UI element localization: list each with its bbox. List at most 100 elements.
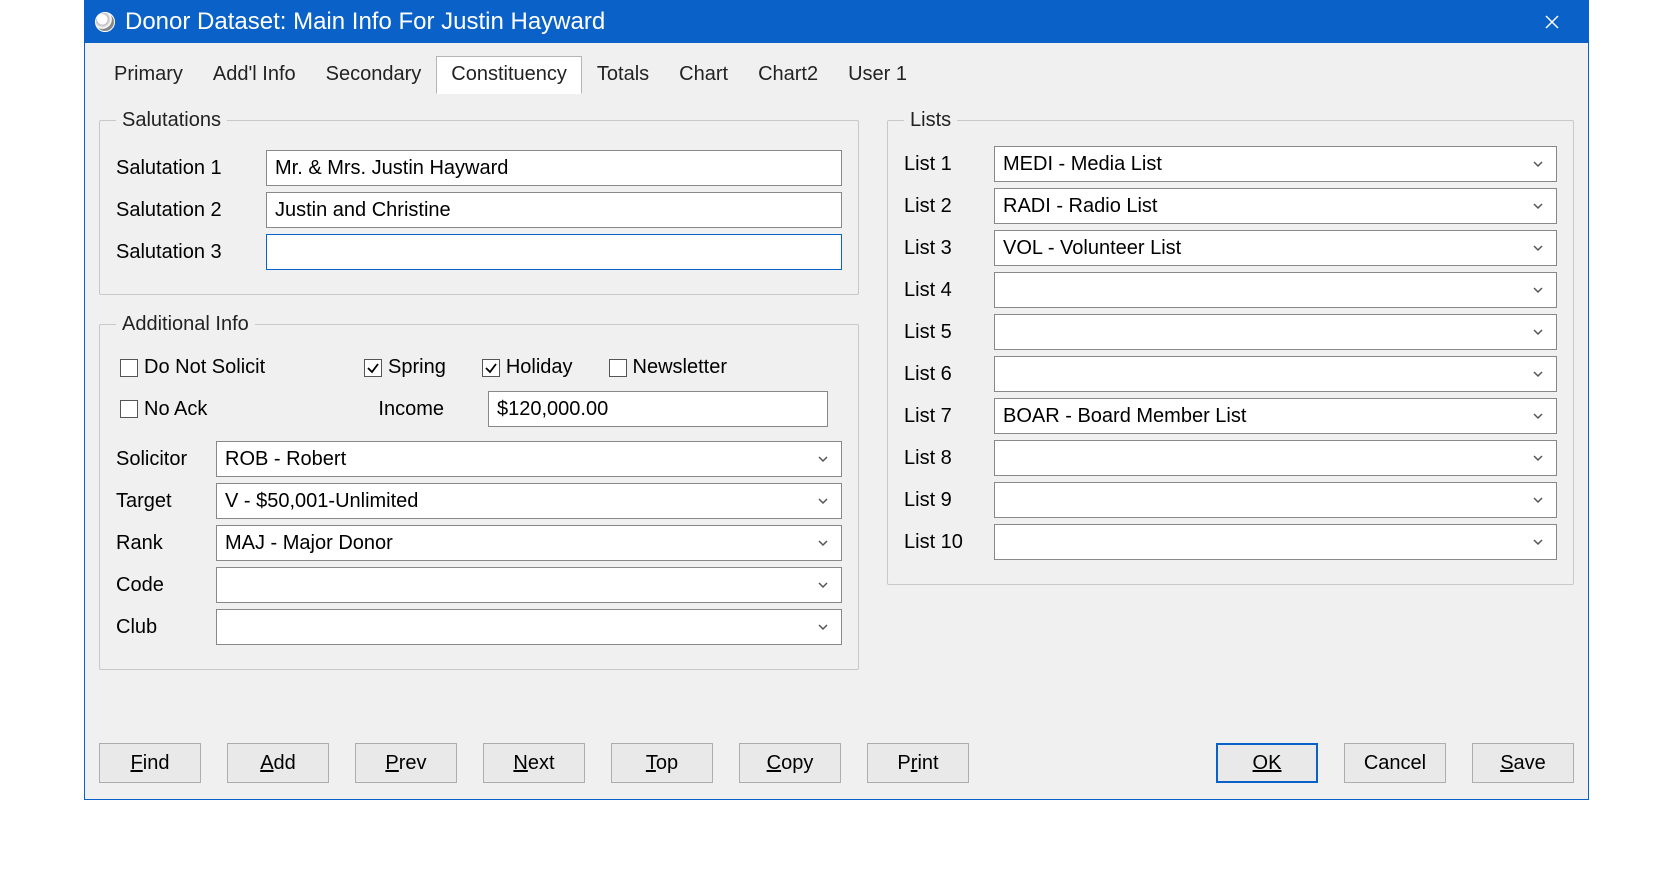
holiday-label: Holiday — [506, 356, 573, 379]
button-bar: Find Add Prev Next Top Copy Print OK Can… — [85, 727, 1588, 799]
right-column: Lists List 1 MEDI - Media List List 2 RA… — [887, 109, 1574, 727]
find-button[interactable]: Find — [99, 743, 201, 783]
no-ack-label: No Ack — [144, 398, 207, 421]
list5-label: List 5 — [904, 321, 994, 344]
tab-secondary[interactable]: Secondary — [311, 56, 437, 94]
chevron-down-icon — [1532, 368, 1550, 380]
list9-combo[interactable] — [994, 482, 1557, 518]
app-icon — [95, 12, 115, 32]
salutation1-label: Salutation 1 — [116, 157, 266, 180]
spring-label: Spring — [388, 356, 446, 379]
income-label: Income — [364, 398, 444, 421]
no-ack-checkbox[interactable]: No Ack — [120, 398, 328, 421]
tab-user1[interactable]: User 1 — [833, 56, 922, 94]
chevron-down-icon — [1532, 452, 1550, 464]
chevron-down-icon — [817, 579, 835, 591]
salutation1-input[interactable] — [266, 150, 842, 186]
chevron-down-icon — [1532, 242, 1550, 254]
chevron-down-icon — [1532, 200, 1550, 212]
salutation2-label: Salutation 2 — [116, 199, 266, 222]
target-label: Target — [116, 490, 216, 513]
additional-info-panel: Additional Info Do Not Solicit Spring Ho… — [99, 313, 859, 670]
rank-value: MAJ - Major Donor — [225, 532, 393, 555]
print-button[interactable]: Print — [867, 743, 969, 783]
code-combo[interactable] — [216, 567, 842, 603]
salutation2-input[interactable] — [266, 192, 842, 228]
solicitor-combo[interactable]: ROB - Robert — [216, 441, 842, 477]
next-button[interactable]: Next — [483, 743, 585, 783]
salutation3-label: Salutation 3 — [116, 241, 266, 264]
add-button[interactable]: Add — [227, 743, 329, 783]
list7-label: List 7 — [904, 405, 994, 428]
income-input[interactable] — [488, 391, 828, 427]
additional-info-legend: Additional Info — [116, 313, 255, 336]
salutation3-input[interactable] — [266, 234, 842, 270]
lists-panel: Lists List 1 MEDI - Media List List 2 RA… — [887, 109, 1574, 585]
do-not-solicit-label: Do Not Solicit — [144, 356, 265, 379]
chevron-down-icon — [1532, 494, 1550, 506]
list6-label: List 6 — [904, 363, 994, 386]
left-column: Salutations Salutation 1 Salutation 2 Sa… — [99, 109, 859, 727]
club-combo[interactable] — [216, 609, 842, 645]
list7-combo[interactable]: BOAR - Board Member List — [994, 398, 1557, 434]
copy-button[interactable]: Copy — [739, 743, 841, 783]
rank-combo[interactable]: MAJ - Major Donor — [216, 525, 842, 561]
list2-value: RADI - Radio List — [1003, 195, 1158, 218]
tab-addl-info[interactable]: Add'l Info — [198, 56, 311, 94]
chevron-down-icon — [817, 453, 835, 465]
list3-value: VOL - Volunteer List — [1003, 237, 1181, 260]
tab-totals[interactable]: Totals — [582, 56, 664, 94]
list2-label: List 2 — [904, 195, 994, 218]
list6-combo[interactable] — [994, 356, 1557, 392]
list4-label: List 4 — [904, 279, 994, 302]
target-value: V - $50,001-Unlimited — [225, 490, 418, 513]
chevron-down-icon — [817, 537, 835, 549]
window: Donor Dataset: Main Info For Justin Hayw… — [84, 0, 1589, 800]
spring-checkbox[interactable]: Spring — [364, 356, 446, 379]
cancel-button[interactable]: Cancel — [1344, 743, 1446, 783]
close-button[interactable] — [1526, 1, 1578, 43]
do-not-solicit-checkbox[interactable]: Do Not Solicit — [120, 356, 328, 379]
salutations-panel: Salutations Salutation 1 Salutation 2 Sa… — [99, 109, 859, 295]
list1-value: MEDI - Media List — [1003, 153, 1162, 176]
holiday-checkbox[interactable]: Holiday — [482, 356, 573, 379]
close-icon — [1544, 14, 1560, 30]
tab-body: Salutations Salutation 1 Salutation 2 Sa… — [99, 93, 1574, 727]
list1-label: List 1 — [904, 153, 994, 176]
solicitor-value: ROB - Robert — [225, 448, 346, 471]
lists-legend: Lists — [904, 109, 957, 132]
solicitor-label: Solicitor — [116, 448, 216, 471]
list10-combo[interactable] — [994, 524, 1557, 560]
list3-combo[interactable]: VOL - Volunteer List — [994, 230, 1557, 266]
titlebar: Donor Dataset: Main Info For Justin Hayw… — [85, 1, 1588, 43]
newsletter-label: Newsletter — [633, 356, 727, 379]
list9-label: List 9 — [904, 489, 994, 512]
tab-chart2[interactable]: Chart2 — [743, 56, 833, 94]
list5-combo[interactable] — [994, 314, 1557, 350]
club-label: Club — [116, 616, 216, 639]
window-title: Donor Dataset: Main Info For Justin Hayw… — [125, 8, 1526, 36]
prev-button[interactable]: Prev — [355, 743, 457, 783]
list4-combo[interactable] — [994, 272, 1557, 308]
list8-combo[interactable] — [994, 440, 1557, 476]
top-button[interactable]: Top — [611, 743, 713, 783]
tab-constituency[interactable]: Constituency — [436, 56, 582, 94]
list2-combo[interactable]: RADI - Radio List — [994, 188, 1557, 224]
newsletter-checkbox[interactable]: Newsletter — [609, 356, 727, 379]
chevron-down-icon — [1532, 158, 1550, 170]
list1-combo[interactable]: MEDI - Media List — [994, 146, 1557, 182]
chevron-down-icon — [1532, 536, 1550, 548]
chevron-down-icon — [1532, 284, 1550, 296]
list10-label: List 10 — [904, 531, 994, 554]
tab-primary[interactable]: Primary — [99, 56, 198, 94]
save-button[interactable]: Save — [1472, 743, 1574, 783]
chevron-down-icon — [817, 495, 835, 507]
list7-value: BOAR - Board Member List — [1003, 405, 1246, 428]
ok-button[interactable]: OK — [1216, 743, 1318, 783]
chevron-down-icon — [817, 621, 835, 633]
salutations-legend: Salutations — [116, 109, 227, 132]
find-label-rest: ind — [143, 752, 170, 774]
code-label: Code — [116, 574, 216, 597]
target-combo[interactable]: V - $50,001-Unlimited — [216, 483, 842, 519]
tab-chart[interactable]: Chart — [664, 56, 743, 94]
